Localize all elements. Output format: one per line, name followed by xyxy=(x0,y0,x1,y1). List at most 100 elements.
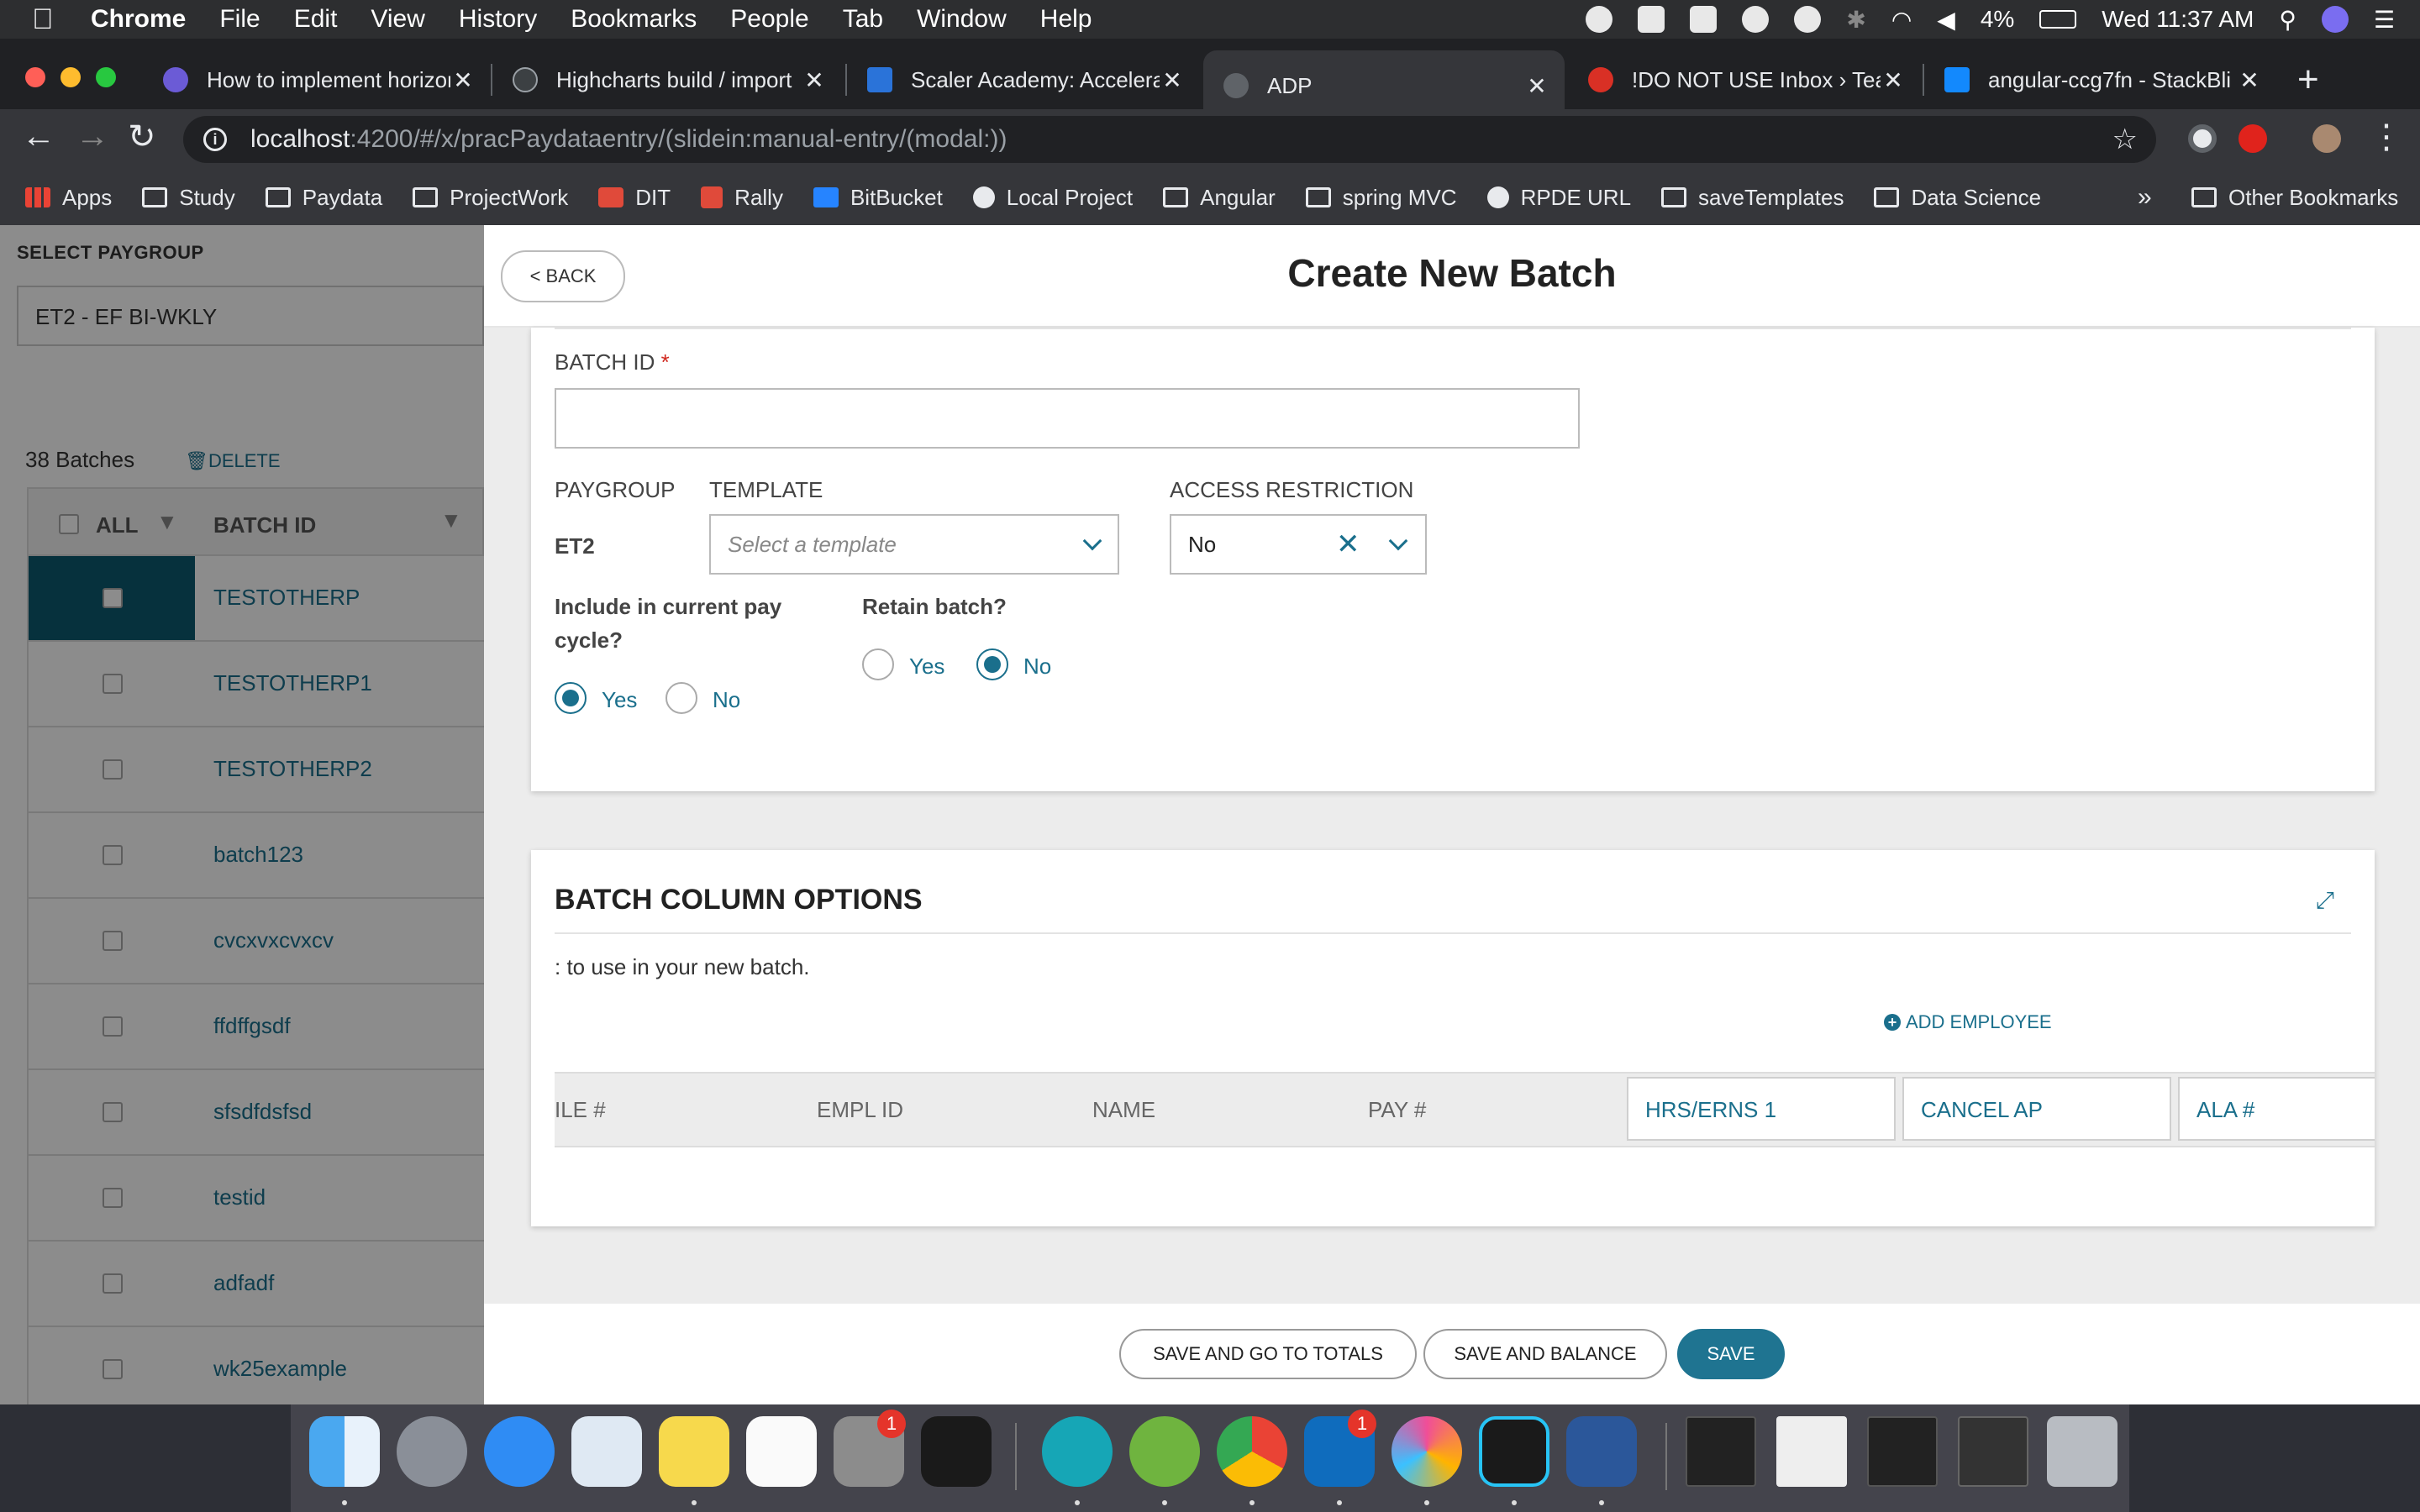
browser-tab[interactable]: Highcharts build / import ✕ xyxy=(492,54,842,106)
expand-icon[interactable]: ⤢ xyxy=(2316,887,2334,915)
bookmark-folder[interactable]: Paydata xyxy=(265,185,382,211)
menu-people[interactable]: People xyxy=(730,5,808,34)
safari-icon[interactable] xyxy=(484,1416,555,1487)
tab-close-icon[interactable]: ✕ xyxy=(2237,66,2262,94)
battery-icon[interactable] xyxy=(2039,10,2077,29)
bookmark-link[interactable]: BitBucket xyxy=(813,185,943,211)
tab-close-icon[interactable]: ✕ xyxy=(1881,66,1906,94)
compass-status-icon[interactable] xyxy=(1742,6,1770,33)
access-restriction-select[interactable]: No ✕ xyxy=(1170,514,1427,575)
tab-close-icon[interactable]: ✕ xyxy=(1160,66,1185,94)
menu-tab[interactable]: Tab xyxy=(843,5,883,34)
bluetooth-icon[interactable]: ✱ xyxy=(1846,6,1865,34)
tab-close-icon[interactable]: ✕ xyxy=(450,66,476,94)
bookmark-link[interactable]: Rally xyxy=(701,185,783,211)
window-thumbnail[interactable] xyxy=(1958,1416,2028,1487)
battery-percent[interactable]: 4% xyxy=(1981,6,2014,33)
new-tab-button[interactable]: + xyxy=(2297,59,2319,101)
sync-status-icon[interactable] xyxy=(1794,6,1822,33)
bookmark-folder[interactable]: Data Science xyxy=(1874,185,2041,211)
spotlight-search-icon[interactable]: ⚲ xyxy=(2279,6,2296,34)
column-option[interactable]: HRS/ERNS 1 xyxy=(1627,1077,1896,1141)
add-employee-button[interactable]: + ADD EMPLOYEE xyxy=(1884,1011,2052,1033)
bookmark-link[interactable]: Local Project xyxy=(972,185,1133,211)
reminders-icon[interactable] xyxy=(746,1416,817,1487)
chrome-menu-icon[interactable]: ⋮ xyxy=(2370,118,2403,156)
menu-edit[interactable]: Edit xyxy=(294,5,338,34)
cloud-status-icon[interactable] xyxy=(1586,6,1613,33)
wifi-icon[interactable]: ◠ xyxy=(1891,6,1912,34)
activity-monitor-icon[interactable] xyxy=(921,1416,992,1487)
clipboard-status-icon[interactable] xyxy=(1638,6,1665,33)
window-minimize-button[interactable] xyxy=(60,67,81,87)
webstorm-icon[interactable] xyxy=(1479,1416,1549,1487)
bookmark-folder[interactable]: ProjectWork xyxy=(413,185,568,211)
bookmarks-overflow-button[interactable]: » xyxy=(2138,183,2152,212)
save-and-go-to-totals-button[interactable]: SAVE AND GO TO TOTALS xyxy=(1119,1329,1417,1379)
clear-selection-icon[interactable]: ✕ xyxy=(1336,528,1360,561)
tab-close-icon[interactable]: ✕ xyxy=(1524,72,1549,100)
window-zoom-button[interactable] xyxy=(96,67,116,87)
bookmark-folder[interactable]: Angular xyxy=(1163,185,1276,211)
extension-block-icon[interactable] xyxy=(2238,124,2267,153)
back-arrow-icon[interactable]: ← xyxy=(22,118,55,155)
window-thumbnail[interactable] xyxy=(1867,1416,1938,1487)
tool-status-icon[interactable] xyxy=(1690,6,1718,33)
window-close-button[interactable] xyxy=(25,67,45,87)
address-bar[interactable]: i localhost:4200/#/x/pracPaydataentry/(s… xyxy=(183,116,2156,163)
include-yes-radio[interactable] xyxy=(555,682,587,714)
bookmark-folder[interactable]: Study xyxy=(142,185,235,211)
modal-backdrop[interactable] xyxy=(0,225,484,1404)
template-select[interactable]: Select a template xyxy=(709,514,1119,575)
finder-icon[interactable] xyxy=(309,1416,380,1487)
other-bookmarks[interactable]: Other Bookmarks xyxy=(2191,185,2398,211)
menu-window[interactable]: Window xyxy=(917,5,1007,34)
retain-no-radio[interactable] xyxy=(976,648,1008,680)
volume-icon[interactable]: ◀ xyxy=(1937,6,1955,34)
notes-icon[interactable] xyxy=(659,1416,729,1487)
browser-tab[interactable]: How to implement horizon ✕ xyxy=(143,54,491,106)
mail-icon[interactable] xyxy=(571,1416,642,1487)
menu-view[interactable]: View xyxy=(371,5,424,34)
sketchbook-icon[interactable] xyxy=(1392,1416,1462,1487)
bookmark-link[interactable]: RPDE URL xyxy=(1486,185,1631,211)
clock[interactable]: Wed 11:37 AM xyxy=(2102,6,2254,33)
site-info-icon[interactable]: i xyxy=(203,128,227,151)
include-no-label[interactable]: No xyxy=(713,687,740,713)
bookmark-apps[interactable]: Apps xyxy=(25,185,112,211)
menu-history[interactable]: History xyxy=(459,5,537,34)
retain-no-label[interactable]: No xyxy=(1023,654,1051,680)
menu-bookmarks[interactable]: Bookmarks xyxy=(571,5,697,34)
chrome-icon[interactable] xyxy=(1217,1416,1287,1487)
browser-tab[interactable]: !DO NOT USE Inbox › Tear ✕ xyxy=(1568,54,1921,106)
bookmark-link[interactable]: DIT xyxy=(598,185,671,211)
tab-close-icon[interactable]: ✕ xyxy=(802,66,827,94)
save-and-balance-button[interactable]: SAVE AND BALANCE xyxy=(1423,1329,1667,1379)
apple-menu-icon[interactable]:  xyxy=(32,3,82,36)
notification-center-icon[interactable]: ☰ xyxy=(2374,6,2395,34)
word-icon[interactable] xyxy=(1566,1416,1637,1487)
batch-id-input[interactable] xyxy=(555,388,1580,449)
browser-tab[interactable]: angular-ccg7fn - StackBli ✕ xyxy=(1924,54,2277,106)
bookmark-folder[interactable]: spring MVC xyxy=(1305,185,1457,211)
retain-yes-radio[interactable] xyxy=(862,648,894,680)
webex-icon[interactable] xyxy=(1042,1416,1113,1487)
profile-avatar[interactable] xyxy=(2312,124,2341,153)
include-no-radio[interactable] xyxy=(666,682,697,714)
window-thumbnail[interactable] xyxy=(1776,1416,1847,1487)
forward-arrow-icon[interactable]: → xyxy=(76,118,109,155)
window-thumbnail[interactable] xyxy=(1686,1416,1756,1487)
column-option[interactable]: ALA # xyxy=(2178,1077,2375,1141)
extension-record-icon[interactable] xyxy=(2188,124,2217,153)
browser-tab[interactable]: Scaler Academy: Accelera ✕ xyxy=(847,54,1200,106)
cisco-anyconnect-icon[interactable] xyxy=(1129,1416,1200,1487)
siri-icon[interactable] xyxy=(2321,6,2349,33)
save-button[interactable]: SAVE xyxy=(1677,1329,1785,1379)
column-option[interactable]: CANCEL AP xyxy=(1902,1077,2171,1141)
reload-icon[interactable]: ↻ xyxy=(128,118,156,156)
bookmark-star-icon[interactable]: ☆ xyxy=(2112,123,2138,156)
include-yes-label[interactable]: Yes xyxy=(602,687,637,713)
menu-help[interactable]: Help xyxy=(1040,5,1092,34)
retain-yes-label[interactable]: Yes xyxy=(909,654,944,680)
menu-app-name[interactable]: Chrome xyxy=(91,5,186,34)
